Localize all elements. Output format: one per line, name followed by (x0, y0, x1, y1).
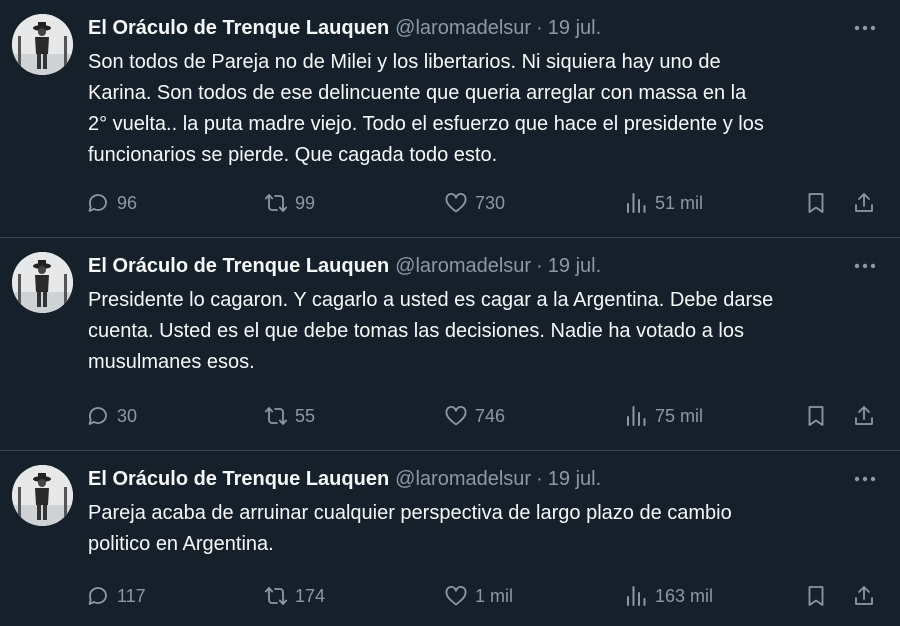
views-icon (627, 193, 646, 213)
avatar-image (12, 14, 73, 75)
avatar[interactable] (12, 252, 73, 313)
retweet-count: 99 (295, 192, 316, 213)
bookmark-icon (808, 406, 824, 426)
retweet-icon (264, 587, 288, 605)
bookmark-button[interactable] (804, 188, 828, 218)
reply-button[interactable]: 96 (86, 188, 137, 218)
action-bar: 96 99 730 51 mil (86, 188, 880, 218)
more-dots-icon[interactable] (852, 258, 878, 274)
bookmark-icon (808, 193, 824, 213)
retweet-button[interactable]: 99 (264, 188, 315, 218)
author-name[interactable]: El Oráculo de Trenque Lauquen (88, 14, 389, 42)
retweet-icon (264, 194, 288, 212)
tweet-text-line: Pareja acaba de arruinar cualquier persp… (88, 502, 732, 524)
author-name[interactable]: El Oráculo de Trenque Lauquen (88, 465, 389, 493)
bookmark-icon (808, 586, 824, 606)
views-count: 163 mil (655, 585, 714, 606)
tweet-text: Pareja acaba de arruinar cualquier persp… (88, 498, 888, 560)
tweet-header: El Oráculo de Trenque Lauquen @laromadel… (88, 14, 880, 42)
avatar-image (12, 252, 73, 313)
views-icon (627, 406, 646, 426)
author-handle[interactable]: @laromadelsur (395, 252, 531, 280)
action-bar: 117 174 1 mil 163 mil (86, 581, 880, 611)
avatar-image (12, 465, 73, 526)
bookmark-button[interactable] (804, 401, 828, 431)
tweet-text-line: funcionarios se pierde. Que cagada todo … (88, 144, 498, 166)
share-button[interactable] (852, 188, 876, 218)
reply-icon (88, 194, 107, 212)
tweet-text-line: politico en Argentina. (88, 533, 274, 555)
reply-icon (88, 407, 107, 425)
reply-button[interactable]: 30 (86, 401, 137, 431)
separator: · (536, 468, 543, 490)
more-dots-icon[interactable] (852, 471, 878, 487)
reply-button[interactable]: 117 (86, 581, 146, 611)
bookmark-button[interactable] (804, 581, 828, 611)
views-icon (627, 586, 646, 606)
author-name[interactable]: El Oráculo de Trenque Lauquen (88, 252, 389, 280)
views-count: 75 mil (655, 405, 704, 426)
heart-icon (445, 586, 467, 606)
tweet[interactable]: El Oráculo de Trenque Lauquen @laromadel… (0, 0, 900, 238)
retweet-icon (264, 407, 288, 425)
views-button[interactable]: 163 mil (624, 581, 713, 611)
tweet-date[interactable]: 19 jul. (548, 252, 601, 280)
tweet-text-line: cuenta. Usted es el que debe tomas las d… (88, 320, 744, 342)
reply-count: 96 (117, 192, 138, 213)
avatar[interactable] (12, 465, 73, 526)
tweet-date[interactable]: 19 jul. (548, 465, 601, 493)
avatar[interactable] (12, 14, 73, 75)
heart-icon (445, 193, 467, 213)
reply-icon (88, 587, 107, 605)
share-button[interactable] (852, 581, 876, 611)
retweet-count: 174 (295, 585, 326, 606)
share-icon (855, 406, 873, 425)
tweet-header: El Oráculo de Trenque Lauquen @laromadel… (88, 465, 880, 493)
separator: · (536, 17, 543, 39)
tweet-text: Son todos de Pareja no de Milei y los li… (88, 47, 888, 171)
tweet-text-line: Presidente lo cagaron. Y cagarlo a usted… (88, 289, 774, 311)
like-count: 730 (475, 192, 506, 213)
like-button[interactable]: 1 mil (444, 581, 513, 611)
tweet[interactable]: El Oráculo de Trenque Lauquen @laromadel… (0, 238, 900, 451)
share-icon (855, 586, 873, 605)
views-count: 51 mil (655, 192, 704, 213)
tweet[interactable]: El Oráculo de Trenque Lauquen @laromadel… (0, 451, 900, 626)
share-button[interactable] (852, 401, 876, 431)
tweet-text-line: Son todos de Pareja no de Milei y los li… (88, 51, 721, 73)
reply-count: 30 (117, 405, 138, 426)
tweet-text-line: 2° vuelta.. la puta madre viejo. Todo el… (88, 113, 764, 135)
more-dots-icon[interactable] (852, 20, 878, 36)
retweet-count: 55 (295, 405, 316, 426)
like-button[interactable]: 746 (444, 401, 505, 431)
views-button[interactable]: 51 mil (624, 188, 703, 218)
share-icon (855, 193, 873, 212)
author-handle[interactable]: @laromadelsur (395, 14, 531, 42)
retweet-button[interactable]: 55 (264, 401, 315, 431)
heart-icon (445, 406, 467, 426)
like-button[interactable]: 730 (444, 188, 505, 218)
retweet-button[interactable]: 174 (264, 581, 325, 611)
like-count: 1 mil (475, 585, 514, 606)
separator: · (536, 255, 543, 277)
reply-count: 117 (117, 585, 146, 606)
tweet-text-line: musulmanes esos. (88, 351, 255, 373)
views-button[interactable]: 75 mil (624, 401, 703, 431)
action-bar: 30 55 746 75 mil (86, 401, 880, 431)
tweet-text: Presidente lo cagaron. Y cagarlo a usted… (88, 285, 888, 378)
tweet-header: El Oráculo de Trenque Lauquen @laromadel… (88, 252, 880, 280)
tweet-date[interactable]: 19 jul. (548, 14, 601, 42)
author-handle[interactable]: @laromadelsur (395, 465, 531, 493)
like-count: 746 (475, 405, 506, 426)
tweet-text-line: Karina. Son todos de ese delincuente que… (88, 82, 747, 104)
